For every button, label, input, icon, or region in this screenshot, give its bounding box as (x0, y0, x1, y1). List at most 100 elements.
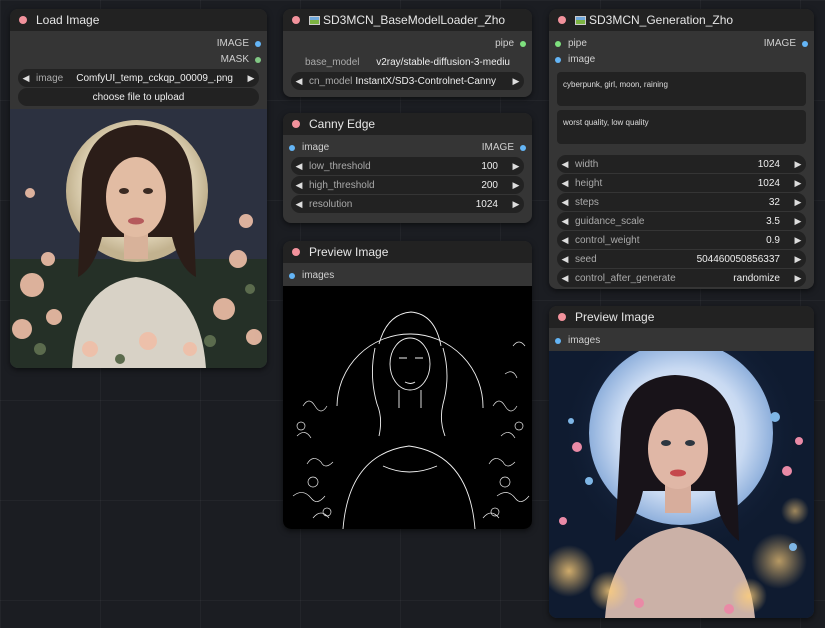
steps-widget[interactable]: ◀ steps 32 ▶ (557, 193, 806, 211)
image-combo-widget[interactable]: ◀ image ComfyUI_temp_cckqp_00009_.png ▶ (18, 69, 259, 87)
next-arrow-icon[interactable]: ▶ (790, 159, 806, 170)
prev-arrow-icon[interactable]: ◀ (557, 216, 573, 227)
prev-arrow-icon[interactable]: ◀ (291, 161, 307, 172)
prev-arrow-icon[interactable]: ◀ (291, 180, 307, 191)
image-socket-icon[interactable] (520, 144, 526, 151)
next-arrow-icon[interactable]: ▶ (243, 73, 259, 84)
node-title: SD3MCN_Generation_Zho (589, 13, 734, 27)
mask-socket-icon[interactable] (255, 56, 261, 63)
guidance-scale-widget[interactable]: ◀ guidance_scale 3.5 ▶ (557, 212, 806, 230)
collapse-dot-icon[interactable] (19, 16, 27, 24)
prev-arrow-icon[interactable]: ◀ (557, 159, 573, 170)
low-threshold-widget[interactable]: ◀ low_threshold 100 ▶ (291, 157, 524, 175)
input-images-slot[interactable]: images (283, 268, 532, 284)
next-arrow-icon[interactable]: ▶ (508, 180, 524, 191)
canny-edge-preview (283, 286, 532, 529)
image-socket-icon[interactable] (802, 40, 808, 47)
widget-value: v2ray/stable-diffusion-3-mediu (376, 56, 510, 68)
image-socket-icon[interactable] (289, 144, 295, 151)
height-widget[interactable]: ◀ height 1024 ▶ (557, 174, 806, 192)
input-label: images (568, 335, 601, 346)
widget-value: 1024 (475, 198, 498, 210)
next-arrow-icon[interactable]: ▶ (790, 254, 806, 265)
image-socket-icon[interactable] (555, 337, 561, 344)
generation-node[interactable]: SD3MCN_Generation_Zho pipe IMAGE image c… (549, 9, 814, 289)
input-images-slot[interactable]: images (549, 333, 814, 349)
widget-label: steps (575, 196, 599, 208)
node-title-bar[interactable]: Preview Image (549, 306, 814, 328)
prev-arrow-icon[interactable]: ◀ (557, 235, 573, 246)
loaded-image-preview (10, 109, 267, 368)
control-after-generate-combo[interactable]: ◀ control_after_generate randomize ▶ (557, 269, 806, 287)
node-title: Canny Edge (309, 117, 376, 131)
collapse-dot-icon[interactable] (292, 120, 300, 128)
base-model-loader-node[interactable]: SD3MCN_BaseModelLoader_Zho pipe base_mod… (283, 9, 532, 97)
node-title-bar[interactable]: SD3MCN_Generation_Zho (549, 9, 814, 31)
output-image-slot[interactable]: IMAGE (10, 36, 267, 52)
next-arrow-icon[interactable]: ▶ (508, 161, 524, 172)
next-arrow-icon[interactable]: ▶ (508, 76, 524, 87)
node-title: Preview Image (575, 310, 655, 324)
prev-arrow-icon[interactable]: ◀ (557, 273, 573, 284)
pipe-socket-icon[interactable] (555, 40, 561, 47)
preview-image-node-result[interactable]: Preview Image images (549, 306, 814, 618)
next-arrow-icon[interactable]: ▶ (790, 216, 806, 227)
upload-button[interactable]: choose file to upload (18, 88, 259, 106)
base-model-field[interactable]: base_model v2ray/stable-diffusion-3-medi… (291, 53, 524, 71)
collapse-dot-icon[interactable] (292, 16, 300, 24)
io-image-slot[interactable]: image IMAGE (283, 140, 532, 156)
image-socket-icon[interactable] (555, 56, 561, 63)
resolution-widget[interactable]: ◀ resolution 1024 ▶ (291, 195, 524, 213)
positive-prompt-input[interactable]: cyberpunk, girl, moon, raining (557, 72, 806, 106)
output-label: pipe (495, 38, 514, 49)
node-title-bar[interactable]: Canny Edge (283, 113, 532, 135)
widget-label: control_after_generate (575, 272, 676, 284)
collapse-dot-icon[interactable] (558, 16, 566, 24)
node-title-bar[interactable]: Preview Image (283, 241, 532, 263)
canny-edge-node[interactable]: Canny Edge image IMAGE ◀ low_threshold 1… (283, 113, 532, 223)
collapse-dot-icon[interactable] (292, 248, 300, 256)
next-arrow-icon[interactable]: ▶ (790, 235, 806, 246)
negative-prompt-input[interactable]: worst quality, low quality (557, 110, 806, 144)
output-pipe-slot[interactable]: pipe (283, 36, 532, 52)
picture-icon (309, 15, 320, 25)
widget-label: base_model (305, 56, 360, 68)
input-label: image (302, 142, 330, 153)
pipe-socket-icon[interactable] (520, 40, 526, 47)
prev-arrow-icon[interactable]: ◀ (557, 197, 573, 208)
seed-widget[interactable]: ◀ seed 504460050856337 ▶ (557, 250, 806, 268)
image-socket-icon[interactable] (289, 272, 295, 279)
prev-arrow-icon[interactable]: ◀ (557, 254, 573, 265)
next-arrow-icon[interactable]: ▶ (790, 178, 806, 189)
next-arrow-icon[interactable]: ▶ (790, 197, 806, 208)
prev-arrow-icon[interactable]: ◀ (291, 199, 307, 210)
generated-portrait-image (549, 351, 814, 618)
widget-value: 100 (481, 160, 498, 172)
io-pipe-slot[interactable]: pipe IMAGE (549, 36, 814, 52)
widget-value: 1024 (757, 158, 780, 170)
widget-label: guidance_scale (575, 215, 645, 227)
output-mask-slot[interactable]: MASK (10, 52, 267, 68)
prev-arrow-icon[interactable]: ◀ (18, 73, 34, 84)
image-socket-icon[interactable] (255, 40, 261, 47)
control-weight-widget[interactable]: ◀ control_weight 0.9 ▶ (557, 231, 806, 249)
node-title-bar[interactable]: SD3MCN_BaseModelLoader_Zho (283, 9, 532, 31)
next-arrow-icon[interactable]: ▶ (790, 273, 806, 284)
widget-value: randomize (733, 272, 780, 284)
prev-arrow-icon[interactable]: ◀ (557, 178, 573, 189)
high-threshold-widget[interactable]: ◀ high_threshold 200 ▶ (291, 176, 524, 194)
upload-label: choose file to upload (92, 91, 185, 103)
widget-label: image (36, 72, 64, 84)
collapse-dot-icon[interactable] (558, 313, 566, 321)
load-image-node[interactable]: Load Image IMAGE MASK ◀ image ComfyUI_te… (10, 9, 267, 368)
cn-model-combo[interactable]: ◀ cn_model InstantX/SD3-Controlnet-Canny… (291, 72, 524, 90)
next-arrow-icon[interactable]: ▶ (508, 199, 524, 210)
node-title-bar[interactable]: Load Image (10, 9, 267, 31)
preview-image-node[interactable]: Preview Image images (283, 241, 532, 529)
prev-arrow-icon[interactable]: ◀ (291, 76, 307, 87)
widget-label: low_threshold (309, 160, 371, 172)
widget-label: height (575, 177, 603, 189)
width-widget[interactable]: ◀ width 1024 ▶ (557, 155, 806, 173)
input-image-slot[interactable]: image (549, 52, 814, 68)
output-label: IMAGE (216, 38, 249, 49)
